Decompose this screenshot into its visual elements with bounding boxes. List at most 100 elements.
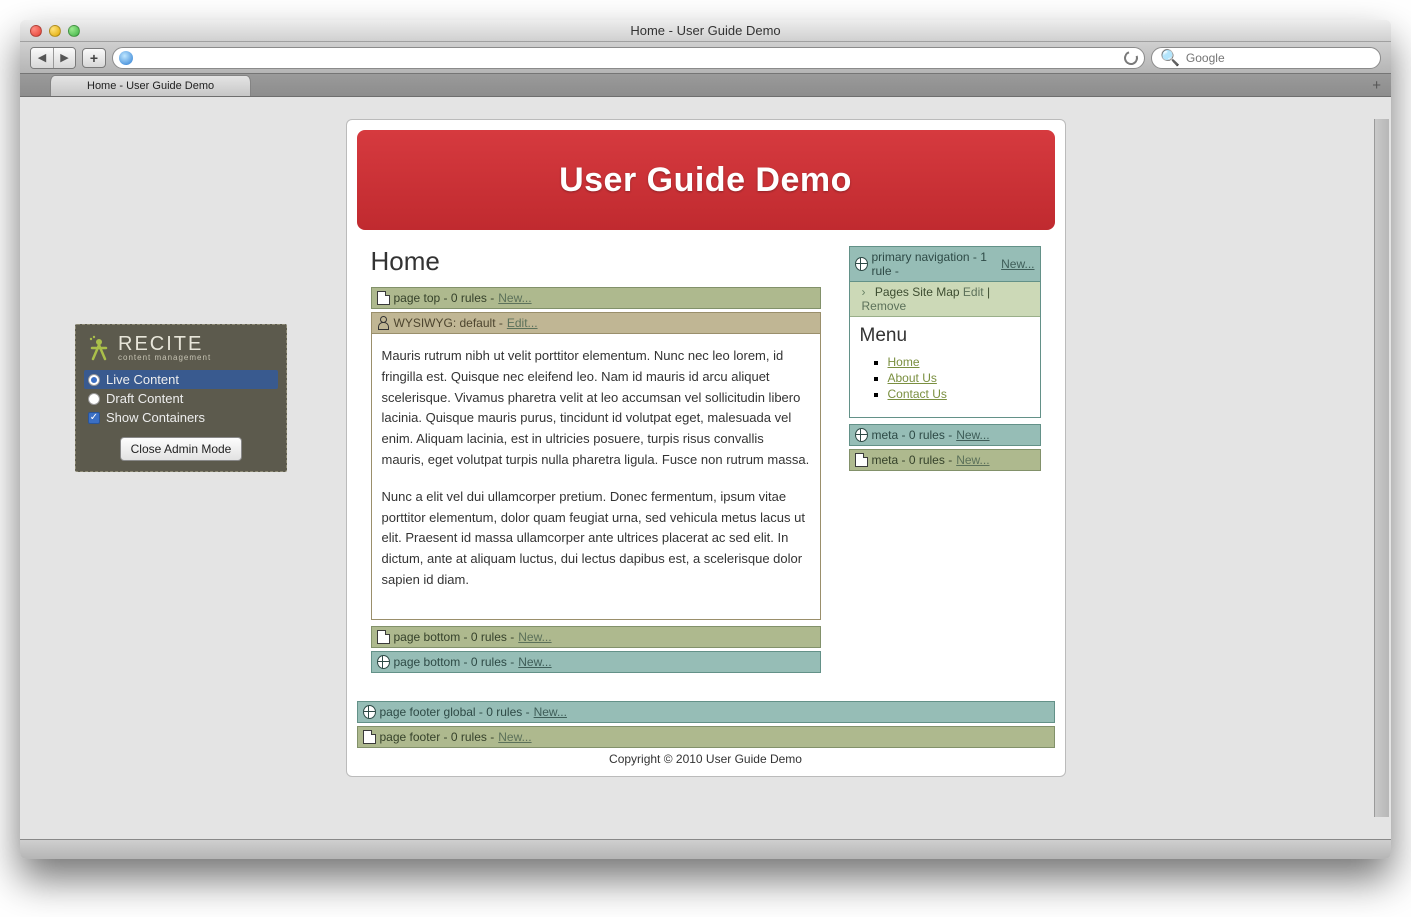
new-link[interactable]: New... xyxy=(498,291,531,305)
container-meta-global[interactable]: meta - 0 rules - New... xyxy=(849,424,1041,446)
menu-link-home[interactable]: Home xyxy=(888,355,920,369)
brand-tagline: content management xyxy=(118,353,211,362)
container-page-top[interactable]: page top - 0 rules - New... xyxy=(371,287,821,309)
container-page-bottom-global[interactable]: page bottom - 0 rules - New... xyxy=(371,651,821,673)
back-button[interactable]: ◀ xyxy=(31,48,53,68)
site-banner: User Guide Demo xyxy=(357,130,1055,230)
brand-logo: RECITE content management xyxy=(84,331,278,370)
container-label: page footer - 0 rules - xyxy=(380,730,495,744)
sitemap-remove-link[interactable]: Remove xyxy=(862,299,907,313)
main-column: Home page top - 0 rules - New... WYSIWYG… xyxy=(371,246,821,673)
globe-icon xyxy=(377,655,390,669)
reload-icon[interactable] xyxy=(1122,48,1141,67)
container-label: meta - 0 rules - xyxy=(872,453,953,467)
container-meta[interactable]: meta - 0 rules - New... xyxy=(849,449,1041,471)
globe-icon xyxy=(363,705,376,719)
radio-label: Live Content xyxy=(106,372,179,387)
container-primary-nav: primary navigation - 1 rule - New... › P… xyxy=(849,246,1041,418)
menu-item: Home xyxy=(888,355,1030,369)
status-bar xyxy=(20,839,1391,859)
window-title: Home - User Guide Demo xyxy=(20,23,1391,38)
browser-toolbar: ◀ ▶ + 🔍 xyxy=(20,42,1391,74)
chevron-right-icon: › xyxy=(862,285,866,299)
document-icon xyxy=(377,291,390,305)
footer-containers: page footer global - 0 rules - New... pa… xyxy=(357,701,1055,748)
container-page-bottom[interactable]: page bottom - 0 rules - New... xyxy=(371,626,821,648)
page-title: Home xyxy=(371,246,821,277)
radio-label: Draft Content xyxy=(106,391,183,406)
tab-bar: Home - User Guide Demo + xyxy=(20,74,1391,97)
browser-window: Home - User Guide Demo ◀ ▶ + 🔍 Home - Us… xyxy=(20,20,1391,859)
new-link[interactable]: New... xyxy=(498,730,531,744)
radio-icon xyxy=(88,393,100,405)
checkbox-show-containers[interactable]: Show Containers xyxy=(84,408,278,427)
site-icon xyxy=(119,51,133,65)
menu-heading: Menu xyxy=(860,325,1030,347)
radio-live-content[interactable]: Live Content xyxy=(84,370,278,389)
sidebar-column: primary navigation - 1 rule - New... › P… xyxy=(849,246,1041,673)
sitemap-row: › Pages Site Map Edit | Remove xyxy=(850,282,1040,317)
search-icon: 🔍 xyxy=(1160,48,1180,68)
document-icon xyxy=(377,630,390,644)
admin-panel: RECITE content management Live Content D… xyxy=(75,324,287,472)
container-primary-nav-header[interactable]: primary navigation - 1 rule - New... xyxy=(850,247,1040,282)
sitemap-label: Pages Site Map xyxy=(875,285,960,299)
container-footer[interactable]: page footer - 0 rules - New... xyxy=(357,726,1055,748)
new-tab-button[interactable]: + xyxy=(1372,77,1381,94)
address-bar[interactable] xyxy=(112,47,1145,69)
body-paragraph: Mauris rutrum nibh ut velit porttitor el… xyxy=(382,346,810,471)
new-link[interactable]: New... xyxy=(518,630,551,644)
menu-block: Menu Home About Us Contact Us xyxy=(850,317,1040,417)
zoom-window-button[interactable] xyxy=(68,25,80,37)
globe-icon xyxy=(855,257,868,271)
container-label: page bottom - 0 rules - xyxy=(394,655,515,669)
person-icon xyxy=(377,316,390,330)
menu-item: Contact Us xyxy=(888,387,1030,401)
search-input[interactable] xyxy=(1186,51,1372,65)
new-link[interactable]: New... xyxy=(956,428,989,442)
body-paragraph: Nunc a elit vel dui ullamcorper pretium.… xyxy=(382,487,810,591)
page-container: User Guide Demo Home page top - 0 rules … xyxy=(346,119,1066,777)
new-link[interactable]: New... xyxy=(534,705,567,719)
separator: | xyxy=(987,285,990,299)
container-footer-global[interactable]: page footer global - 0 rules - New... xyxy=(357,701,1055,723)
menu-link-contact[interactable]: Contact Us xyxy=(888,387,947,401)
container-label: primary navigation - 1 rule - xyxy=(872,250,998,278)
search-box[interactable]: 🔍 xyxy=(1151,47,1381,69)
container-wysiwyg[interactable]: WYSIWYG: default - Edit... xyxy=(371,312,821,334)
menu-list: Home About Us Contact Us xyxy=(860,355,1030,401)
viewport: RECITE content management Live Content D… xyxy=(20,119,1391,839)
menu-item: About Us xyxy=(888,371,1030,385)
scrollbar[interactable] xyxy=(1374,119,1389,817)
container-label: page top - 0 rules - xyxy=(394,291,495,305)
window-controls xyxy=(20,25,80,37)
minimize-window-button[interactable] xyxy=(49,25,61,37)
bookmark-button[interactable]: + xyxy=(82,48,106,68)
tab-active[interactable]: Home - User Guide Demo xyxy=(50,75,251,96)
container-label: WYSIWYG: default - xyxy=(394,316,503,330)
container-label: meta - 0 rules - xyxy=(872,428,953,442)
radio-icon xyxy=(88,374,100,386)
nav-buttons: ◀ ▶ xyxy=(30,47,76,69)
recite-mark-icon xyxy=(86,335,112,361)
radio-draft-content[interactable]: Draft Content xyxy=(84,389,278,408)
checkbox-icon xyxy=(88,412,100,424)
content-body: Mauris rutrum nibh ut velit porttitor el… xyxy=(371,334,821,620)
container-label: page bottom - 0 rules - xyxy=(394,630,515,644)
container-label: page footer global - 0 rules - xyxy=(380,705,530,719)
document-icon xyxy=(363,730,376,744)
new-link[interactable]: New... xyxy=(1001,257,1034,271)
sitemap-edit-link[interactable]: Edit xyxy=(963,285,984,299)
forward-button[interactable]: ▶ xyxy=(53,48,75,68)
copyright-text: Copyright © 2010 User Guide Demo xyxy=(357,748,1055,774)
titlebar: Home - User Guide Demo xyxy=(20,20,1391,42)
new-link[interactable]: New... xyxy=(518,655,551,669)
globe-icon xyxy=(855,428,868,442)
close-admin-button[interactable]: Close Admin Mode xyxy=(120,437,243,461)
close-window-button[interactable] xyxy=(30,25,42,37)
checkbox-label: Show Containers xyxy=(106,410,205,425)
new-link[interactable]: New... xyxy=(956,453,989,467)
menu-link-about[interactable]: About Us xyxy=(888,371,937,385)
document-icon xyxy=(855,453,868,467)
edit-link[interactable]: Edit... xyxy=(507,316,538,330)
